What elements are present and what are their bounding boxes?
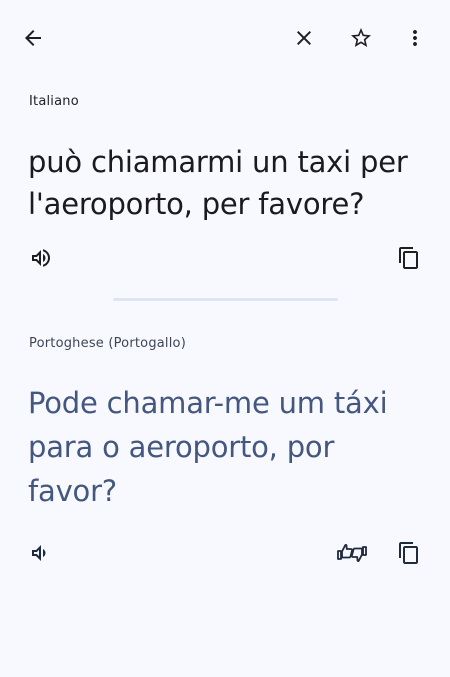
arrow-back-icon bbox=[25, 30, 41, 46]
target-listen-button[interactable] bbox=[23, 535, 59, 571]
rate-translation-button[interactable] bbox=[334, 535, 370, 571]
back-button[interactable] bbox=[15, 20, 51, 56]
close-button[interactable] bbox=[286, 20, 322, 56]
save-star-button[interactable] bbox=[343, 20, 379, 56]
close-icon bbox=[297, 31, 311, 45]
volume-up-icon bbox=[32, 249, 50, 267]
copy-icon bbox=[399, 247, 418, 269]
thumbs-up-down-icon bbox=[337, 544, 367, 562]
section-divider bbox=[113, 298, 338, 301]
more-vert-icon bbox=[413, 30, 417, 46]
source-listen-button[interactable] bbox=[23, 240, 59, 276]
more-options-button[interactable] bbox=[397, 20, 433, 56]
source-copy-button[interactable] bbox=[391, 240, 427, 276]
source-text: può chiamarmi un taxi per l'aeroporto, p… bbox=[28, 145, 408, 221]
target-copy-button[interactable] bbox=[391, 535, 427, 571]
top-app-bar bbox=[0, 0, 450, 76]
translation-detail-screen: Italiano può chiamarmi un taxi per l'aer… bbox=[0, 0, 450, 677]
star-outline-icon bbox=[351, 28, 371, 47]
translated-text: Pode chamar-me um táxi para o aeroporto,… bbox=[28, 386, 388, 508]
target-language-label: Portoghese (Portogallo) bbox=[29, 336, 186, 351]
copy-icon bbox=[399, 542, 418, 564]
volume-up-icon bbox=[32, 545, 46, 561]
source-language-label: Italiano bbox=[29, 94, 79, 109]
